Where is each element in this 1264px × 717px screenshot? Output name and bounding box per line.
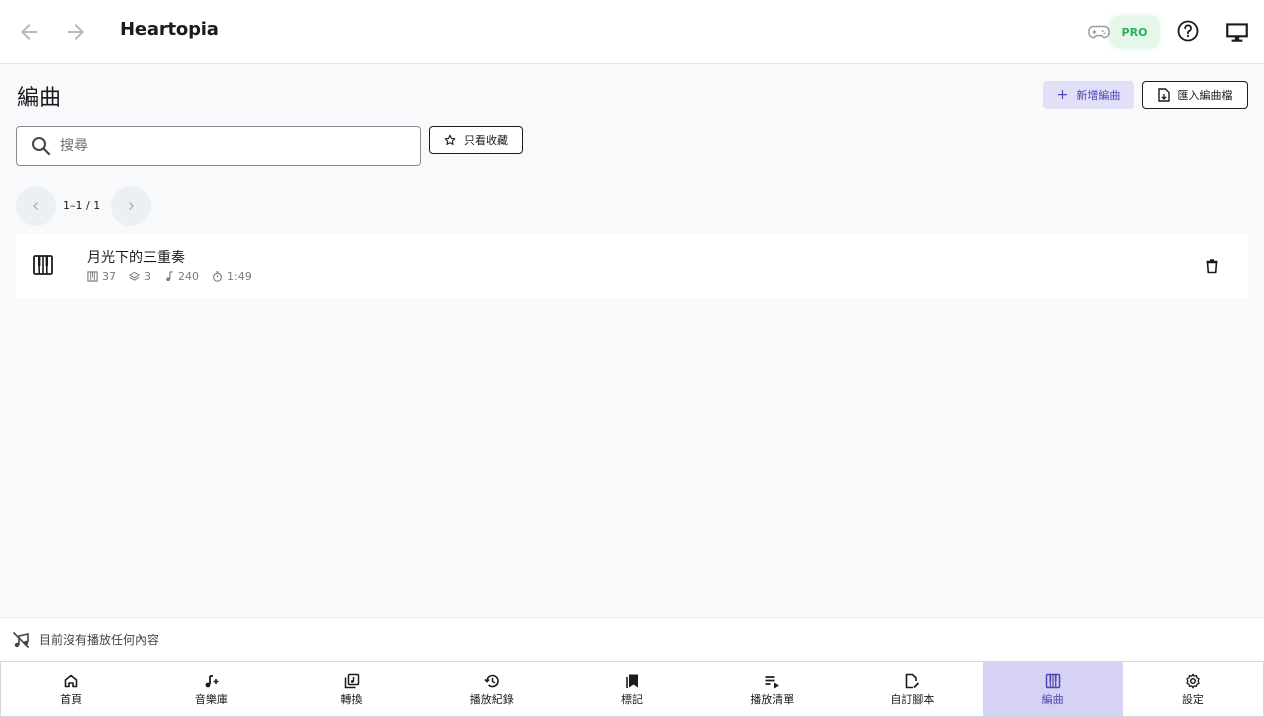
previous-page-button[interactable] [16, 186, 56, 226]
music-note-icon [164, 271, 174, 282]
next-page-button[interactable] [111, 186, 151, 226]
search-input[interactable] [60, 138, 390, 154]
notes-count: 240 [178, 270, 199, 283]
arrangement-meta: 37 3 240 1:49 [87, 270, 265, 283]
favorites-only-button[interactable]: 只看收藏 [429, 126, 523, 154]
nav-tab-label: 播放清單 [750, 692, 795, 706]
nav-tab-label: 設定 [1181, 692, 1204, 706]
nav-tab-settings[interactable]: 設定 [1123, 662, 1263, 716]
chevron-right-icon [126, 201, 136, 211]
nav-tab-bookmarks[interactable]: 標記 [562, 662, 702, 716]
help-icon[interactable] [1176, 19, 1200, 43]
playlist-icon [763, 672, 781, 690]
nav-tab-arrangement[interactable]: 編曲 [982, 662, 1123, 716]
nav-tab-label: 轉換 [340, 692, 363, 706]
convert-icon [343, 672, 361, 690]
monitor-icon[interactable] [1224, 19, 1250, 45]
script-edit-icon [903, 672, 921, 690]
now-playing-bar: 目前沒有播放任何內容 [0, 617, 1264, 661]
nav-tab-label: 編曲 [1041, 692, 1064, 706]
music-note-plus-icon [202, 672, 220, 690]
bookmarks-icon [623, 672, 641, 690]
keys-count: 37 [102, 270, 116, 283]
layers-icon [129, 271, 140, 282]
plus-icon: + [1056, 87, 1069, 103]
piano-icon [1044, 672, 1062, 690]
nav-tab-history[interactable]: 播放紀錄 [422, 662, 562, 716]
arrangement-title: 月光下的三重奏 [87, 250, 185, 266]
nav-tab-label: 標記 [620, 692, 643, 706]
nav-tab-label: 首頁 [60, 692, 83, 706]
pro-badge[interactable]: PRO [1111, 17, 1158, 47]
nav-tab-label: 音樂庫 [194, 692, 228, 706]
favorites-only-label: 只看收藏 [464, 134, 508, 147]
gamepad-icon[interactable] [1088, 22, 1110, 42]
top-app-bar: Heartopia PRO [0, 0, 1264, 64]
search-field[interactable] [16, 126, 421, 166]
file-import-icon [1157, 88, 1170, 102]
forward-arrow-icon[interactable] [64, 20, 88, 44]
nav-tab-home[interactable]: 首頁 [1, 662, 141, 716]
nav-tab-custom-script[interactable]: 自訂腳本 [842, 662, 982, 716]
new-arrangement-label: 新增編曲 [1076, 89, 1121, 102]
layers-count: 3 [144, 270, 151, 283]
nav-tab-label: 自訂腳本 [890, 692, 935, 706]
timer-icon [212, 271, 223, 282]
arrangement-list-item[interactable]: 月光下的三重奏 37 3 240 1:49 [16, 234, 1248, 298]
now-playing-text: 目前沒有播放任何內容 [39, 633, 160, 647]
delete-icon[interactable] [1204, 258, 1220, 274]
new-arrangement-button[interactable]: + 新增編曲 [1043, 81, 1134, 109]
keys-icon [87, 271, 98, 282]
back-arrow-icon[interactable] [17, 20, 41, 44]
bottom-navigation: 首頁 音樂庫 轉換 播放紀錄 標記 播放清單 自訂腳本 編曲 設定 [0, 661, 1264, 717]
import-arrangement-button[interactable]: 匯入編曲檔 [1142, 81, 1248, 109]
page-title: 編曲 [17, 86, 62, 111]
nav-tab-playlist[interactable]: 播放清單 [702, 662, 842, 716]
star-outline-icon [444, 134, 456, 146]
app-title: Heartopia [120, 19, 219, 40]
pagination-info: 1–1 / 1 [63, 199, 101, 212]
music-off-icon [12, 631, 30, 649]
home-icon [62, 672, 80, 690]
piano-icon [32, 254, 54, 276]
import-arrangement-label: 匯入編曲檔 [1177, 89, 1233, 102]
nav-tab-library[interactable]: 音樂庫 [141, 662, 281, 716]
nav-tab-label: 播放紀錄 [469, 692, 514, 706]
duration: 1:49 [227, 270, 252, 283]
nav-tab-convert[interactable]: 轉換 [281, 662, 421, 716]
chevron-left-icon [31, 201, 41, 211]
search-icon [31, 136, 51, 156]
history-icon [483, 672, 501, 690]
gear-icon [1184, 672, 1202, 690]
